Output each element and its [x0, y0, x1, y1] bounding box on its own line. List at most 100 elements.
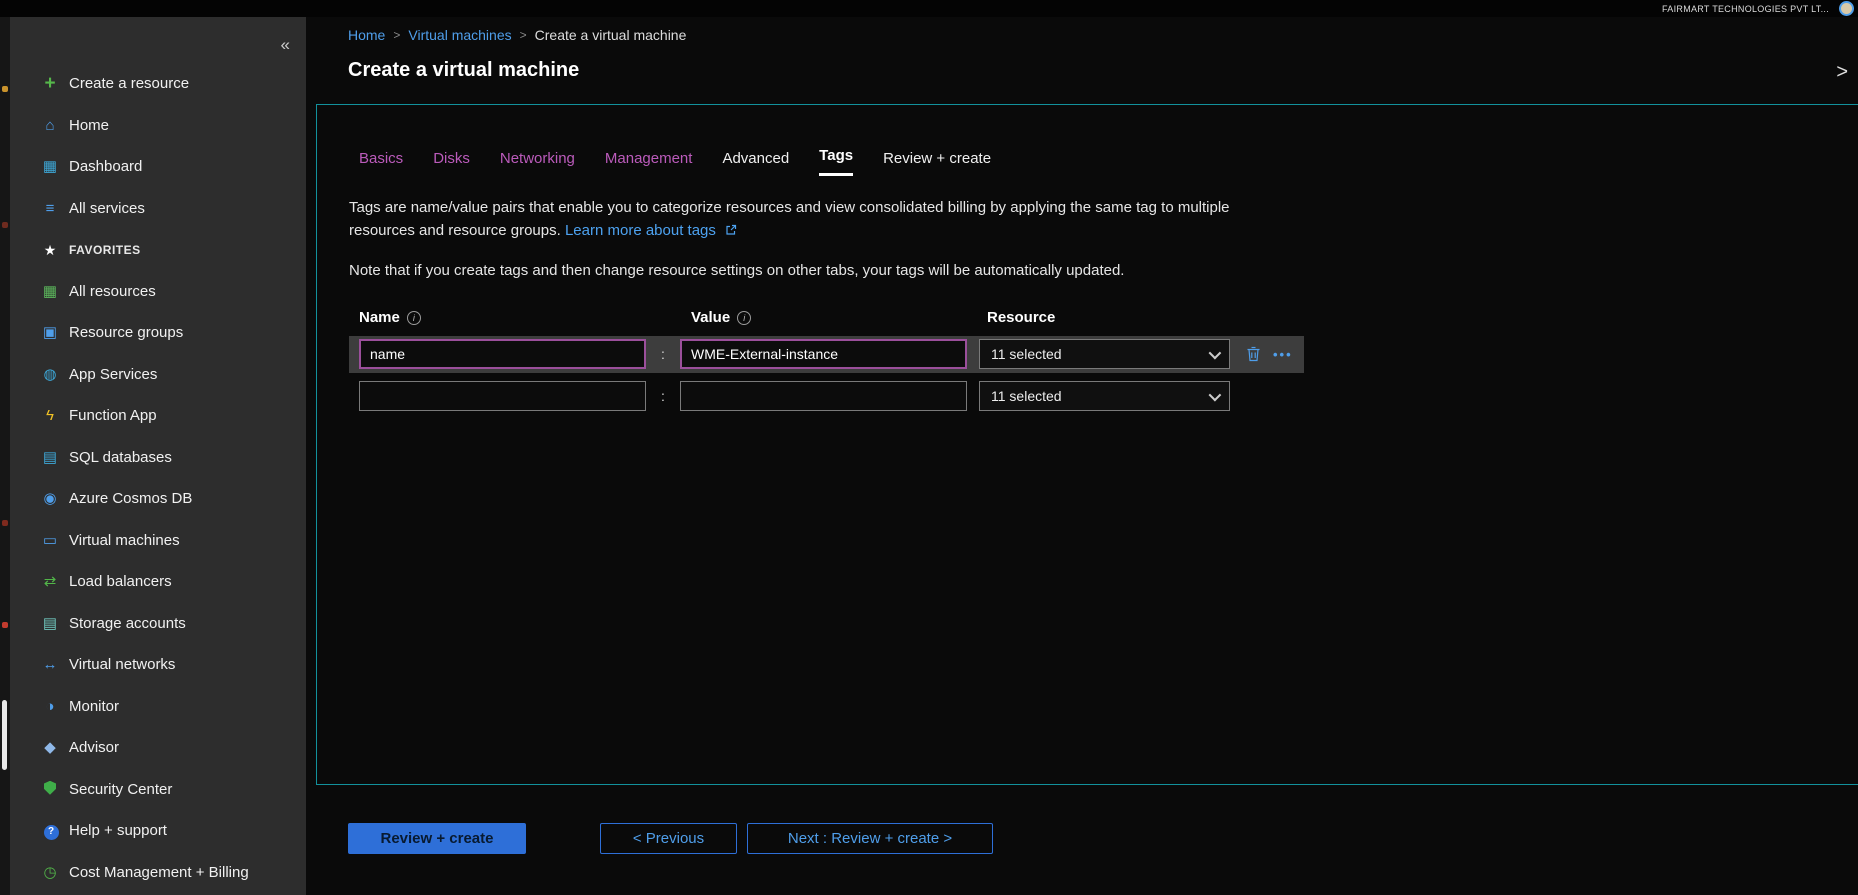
list-icon: ≡	[40, 201, 60, 216]
database-icon: ▤	[40, 450, 60, 465]
tab-disks[interactable]: Disks	[433, 150, 470, 176]
panel-collapse-icon[interactable]: >	[1836, 61, 1848, 84]
network-icon: ↔	[40, 657, 60, 672]
resource-dropdown[interactable]: 11 selected	[979, 381, 1230, 411]
grid-icon: ▦	[40, 284, 60, 299]
delete-icon[interactable]	[1246, 346, 1261, 362]
sidebar-item-function-app[interactable]: ϟ Function App	[10, 395, 306, 437]
billing-icon: ◷	[40, 865, 60, 880]
edge-marker	[2, 86, 8, 92]
sidebar-item-app-services[interactable]: ◍ App Services	[10, 354, 306, 396]
sidebar-item-label: Load balancers	[69, 573, 172, 590]
sidebar-item-label: Home	[69, 117, 109, 134]
sidebar-item-label: App Services	[69, 366, 157, 383]
sidebar-item-label: Monitor	[69, 698, 119, 715]
sidebar-item-label: Virtual networks	[69, 656, 175, 673]
top-bar: FAIRMART TECHNOLOGIES PVT LT...	[0, 0, 1858, 17]
edge-scroll-thumb[interactable]	[2, 700, 7, 770]
load-balancer-icon: ⇄	[40, 574, 60, 589]
main-panel: Home > Virtual machines > Create a virtu…	[306, 17, 1858, 895]
sidebar-item-label: Help + support	[69, 822, 167, 839]
sidebar-item-favorites: ★ FAVORITES	[10, 229, 306, 271]
tab-advanced[interactable]: Advanced	[722, 150, 789, 176]
review-create-button[interactable]: Review + create	[348, 823, 526, 854]
sidebar: « + Create a resource ⌂ Home ▦ Dashboard…	[10, 17, 306, 895]
sidebar-item-security-center[interactable]: Security Center	[10, 769, 306, 811]
sidebar-item-all-resources[interactable]: ▦ All resources	[10, 271, 306, 313]
sidebar-item-resource-groups[interactable]: ▣ Resource groups	[10, 312, 306, 354]
more-options-icon[interactable]: •••	[1273, 347, 1293, 362]
sidebar-item-dashboard[interactable]: ▦ Dashboard	[10, 146, 306, 188]
column-header-name: Namei	[359, 309, 691, 326]
tag-name-input[interactable]	[359, 339, 646, 369]
page-title: Create a virtual machine	[348, 59, 579, 82]
resource-dropdown[interactable]: 11 selected	[979, 339, 1230, 369]
breadcrumb-home[interactable]: Home	[348, 27, 385, 43]
sidebar-item-create-a-resource[interactable]: + Create a resource	[10, 63, 306, 105]
sidebar-item-virtual-networks[interactable]: ↔ Virtual networks	[10, 644, 306, 686]
sidebar-item-label: SQL databases	[69, 449, 172, 466]
tab-basics[interactable]: Basics	[359, 150, 403, 176]
sidebar-item-label: Advisor	[69, 739, 119, 756]
breadcrumb-virtual-machines[interactable]: Virtual machines	[408, 27, 511, 43]
breadcrumb-separator: >	[520, 28, 527, 42]
account-avatar[interactable]	[1839, 1, 1854, 16]
sidebar-item-sql-databases[interactable]: ▤ SQL databases	[10, 437, 306, 479]
tab-management[interactable]: Management	[605, 150, 693, 176]
tag-value-input[interactable]	[680, 339, 967, 369]
sidebar-item-azure-cosmos-db[interactable]: ◉ Azure Cosmos DB	[10, 478, 306, 520]
edge-marker	[2, 520, 8, 526]
sidebar-item-all-services[interactable]: ≡ All services	[10, 188, 306, 230]
sidebar-item-home[interactable]: ⌂ Home	[10, 105, 306, 147]
tag-row: : 11 selected	[349, 378, 1304, 415]
sidebar-collapse-icon[interactable]: «	[281, 35, 290, 55]
resource-dropdown-value: 11 selected	[991, 388, 1062, 404]
info-icon[interactable]: i	[737, 311, 751, 325]
tab-review-create[interactable]: Review + create	[883, 150, 991, 176]
sidebar-item-label: Create a resource	[69, 75, 189, 92]
tags-note-text: Note that if you create tags and then ch…	[349, 262, 1858, 279]
tag-value-input[interactable]	[680, 381, 967, 411]
next-button[interactable]: Next : Review + create >	[747, 823, 993, 854]
chevron-down-icon	[1209, 388, 1222, 401]
column-header-value: Valuei	[691, 309, 987, 326]
column-header-resource: Resource	[987, 309, 1055, 326]
sidebar-item-label: Resource groups	[69, 324, 183, 341]
row-actions: •••	[1246, 346, 1293, 362]
sidebar-item-virtual-machines[interactable]: ▭ Virtual machines	[10, 520, 306, 562]
azure-portal-window: FAIRMART TECHNOLOGIES PVT LT... « + Crea…	[0, 0, 1858, 895]
sidebar-item-label: Virtual machines	[69, 532, 180, 549]
learn-more-link[interactable]: Learn more about tags	[565, 222, 716, 239]
tag-row: : 11 selected •••	[349, 336, 1304, 373]
info-icon[interactable]: i	[407, 311, 421, 325]
pair-separator: :	[646, 388, 680, 404]
tenant-label: FAIRMART TECHNOLOGIES PVT LT...	[1662, 4, 1829, 14]
sidebar-item-help-support[interactable]: ? Help + support	[10, 810, 306, 852]
sidebar-item-storage-accounts[interactable]: ▤ Storage accounts	[10, 603, 306, 645]
tab-networking[interactable]: Networking	[500, 150, 575, 176]
vm-icon: ▭	[40, 533, 60, 548]
sidebar-item-advisor[interactable]: ◆ Advisor	[10, 727, 306, 769]
tag-name-input[interactable]	[359, 381, 646, 411]
cosmos-db-icon: ◉	[40, 491, 60, 506]
sidebar-item-cost-management[interactable]: ◷ Cost Management + Billing	[10, 852, 306, 894]
tag-table-header: Namei Valuei Resource	[349, 309, 1858, 326]
breadcrumb-current: Create a virtual machine	[535, 27, 687, 43]
previous-button[interactable]: < Previous	[600, 823, 737, 854]
sidebar-item-monitor[interactable]: ◑ Monitor	[10, 686, 306, 728]
wizard-tabs: Basics Disks Networking Management Advan…	[359, 147, 1858, 176]
tab-content-frame: Basics Disks Networking Management Advan…	[316, 104, 1858, 785]
sidebar-item-label: Function App	[69, 407, 157, 424]
sidebar-item-label: Dashboard	[69, 158, 142, 175]
pair-separator: :	[646, 346, 680, 362]
tab-tags[interactable]: Tags	[819, 147, 853, 176]
dashboard-icon: ▦	[40, 159, 60, 174]
tags-intro-body: Tags are name/value pairs that enable yo…	[349, 199, 1230, 239]
sidebar-item-label: FAVORITES	[69, 243, 141, 257]
chevron-down-icon	[1209, 346, 1222, 359]
sidebar-item-load-balancers[interactable]: ⇄ Load balancers	[10, 561, 306, 603]
sidebar-item-label: All services	[69, 200, 145, 217]
sidebar-item-label: Storage accounts	[69, 615, 186, 632]
app-services-icon: ◍	[40, 367, 60, 382]
edge-marker	[2, 622, 8, 628]
